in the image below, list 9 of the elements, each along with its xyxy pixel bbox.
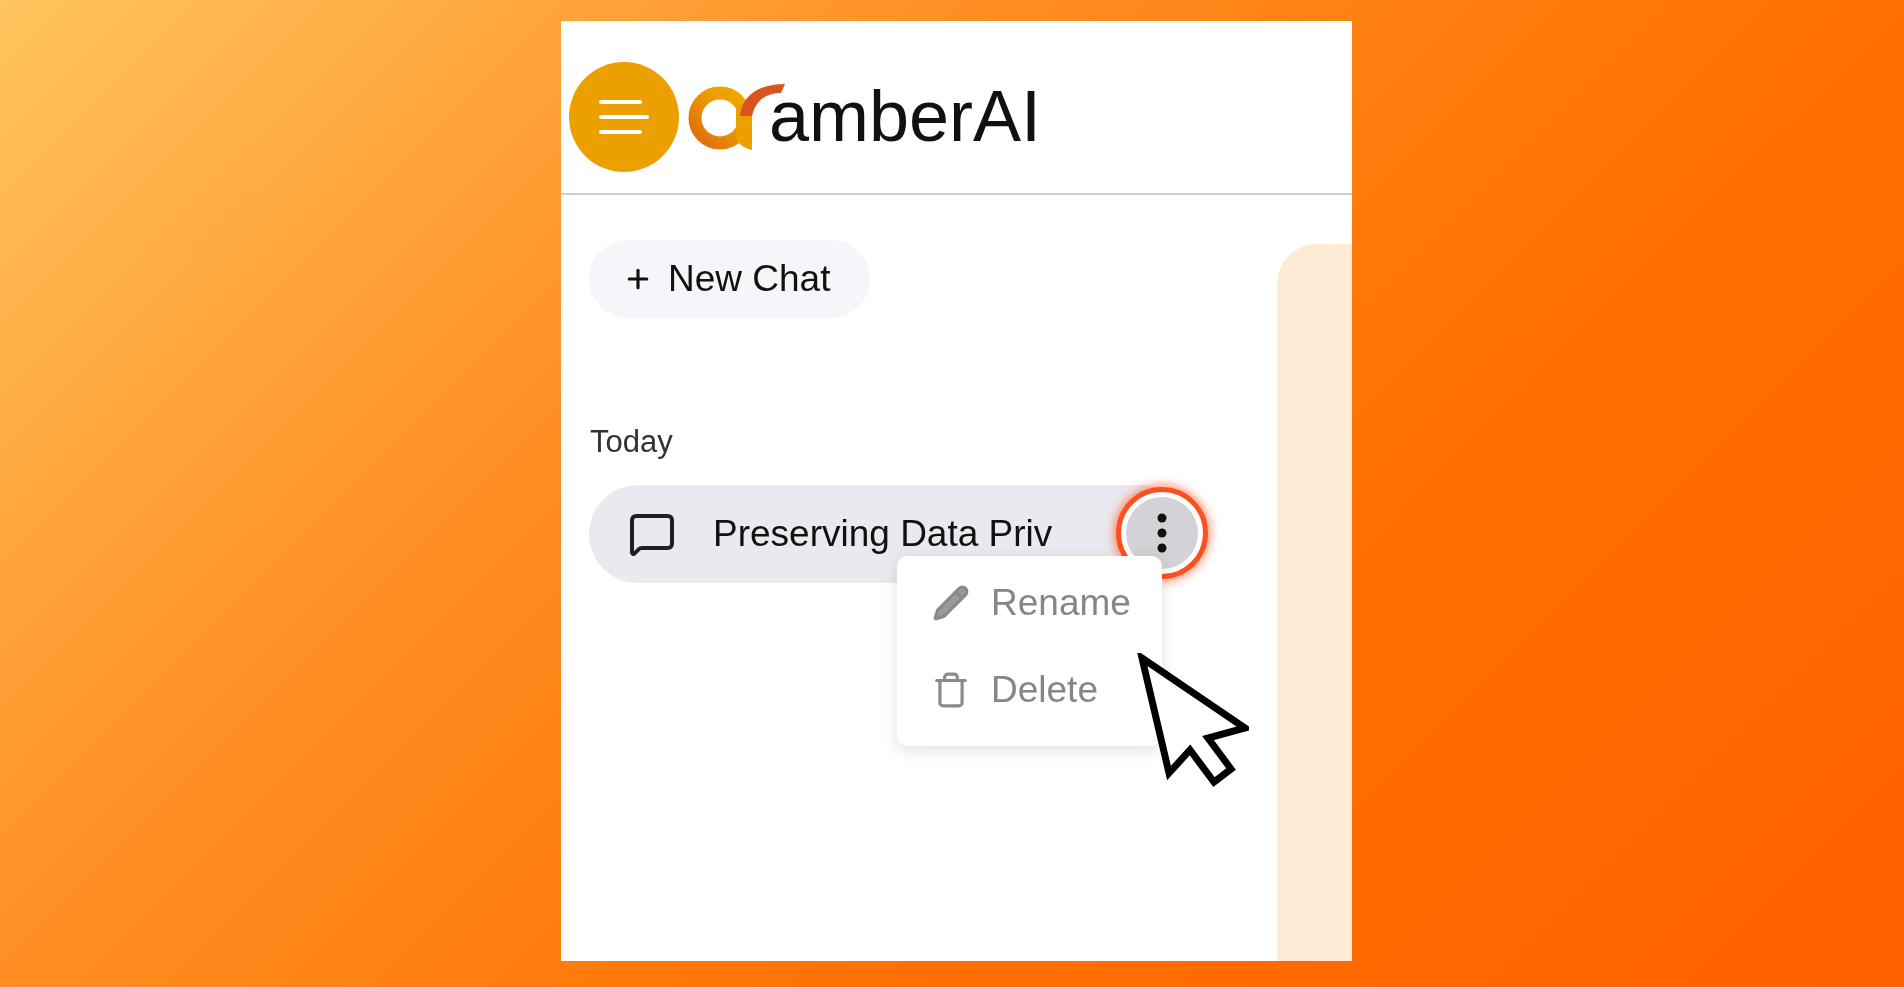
section-heading: Today (589, 423, 673, 461)
more-icon (1157, 513, 1167, 553)
logo-text: amberAI (769, 80, 1042, 152)
chat-title: Preserving Data Priv (713, 514, 1053, 554)
menu-icon (599, 100, 649, 134)
new-chat-button[interactable]: New Chat (589, 240, 870, 318)
more-options-button[interactable] (1126, 497, 1198, 569)
trash-icon (932, 671, 970, 709)
pencil-icon (932, 584, 970, 622)
